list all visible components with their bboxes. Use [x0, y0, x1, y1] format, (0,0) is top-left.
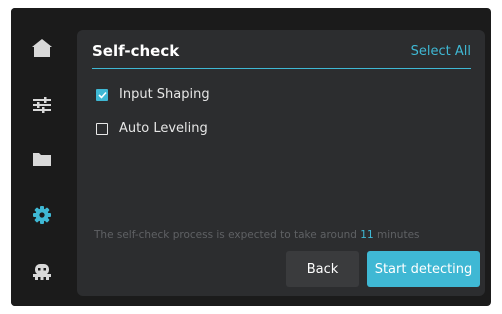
start-detecting-button[interactable]: Start detecting — [367, 251, 480, 287]
info-suffix: minutes — [373, 229, 420, 241]
estimated-time-text: The self-check process is expected to ta… — [94, 229, 420, 241]
sidebar-item-system[interactable] — [11, 188, 73, 242]
input-shaping-checkbox[interactable] — [96, 88, 108, 101]
printer-screen: Self-check Select All Input Shaping Auto… — [11, 8, 491, 306]
sidebar-item-settings-sliders[interactable] — [11, 78, 73, 132]
sliders-icon — [33, 97, 51, 113]
gear-icon — [33, 206, 51, 224]
option-input-shaping[interactable]: Input Shaping — [96, 87, 210, 102]
title-divider — [92, 68, 471, 69]
home-icon — [32, 39, 52, 57]
sidebar-item-files[interactable] — [11, 132, 73, 186]
auto-leveling-checkbox[interactable] — [96, 122, 108, 135]
robot-icon — [33, 264, 51, 280]
auto-leveling-label: Auto Leveling — [119, 121, 208, 136]
info-minutes: 11 — [360, 229, 374, 241]
option-auto-leveling[interactable]: Auto Leveling — [96, 121, 208, 136]
folder-icon — [33, 153, 51, 166]
info-prefix: The self-check process is expected to ta… — [94, 229, 361, 241]
input-shaping-label: Input Shaping — [119, 87, 210, 102]
select-all-button[interactable]: Select All — [411, 44, 471, 59]
back-button[interactable]: Back — [286, 251, 359, 287]
self-check-panel: Self-check Select All Input Shaping Auto… — [77, 30, 485, 296]
sidebar-item-home[interactable] — [11, 21, 73, 75]
sidebar — [11, 8, 73, 306]
sidebar-item-assistant[interactable] — [11, 244, 73, 298]
panel-title: Self-check — [92, 42, 180, 60]
checkmark-icon — [97, 91, 107, 99]
